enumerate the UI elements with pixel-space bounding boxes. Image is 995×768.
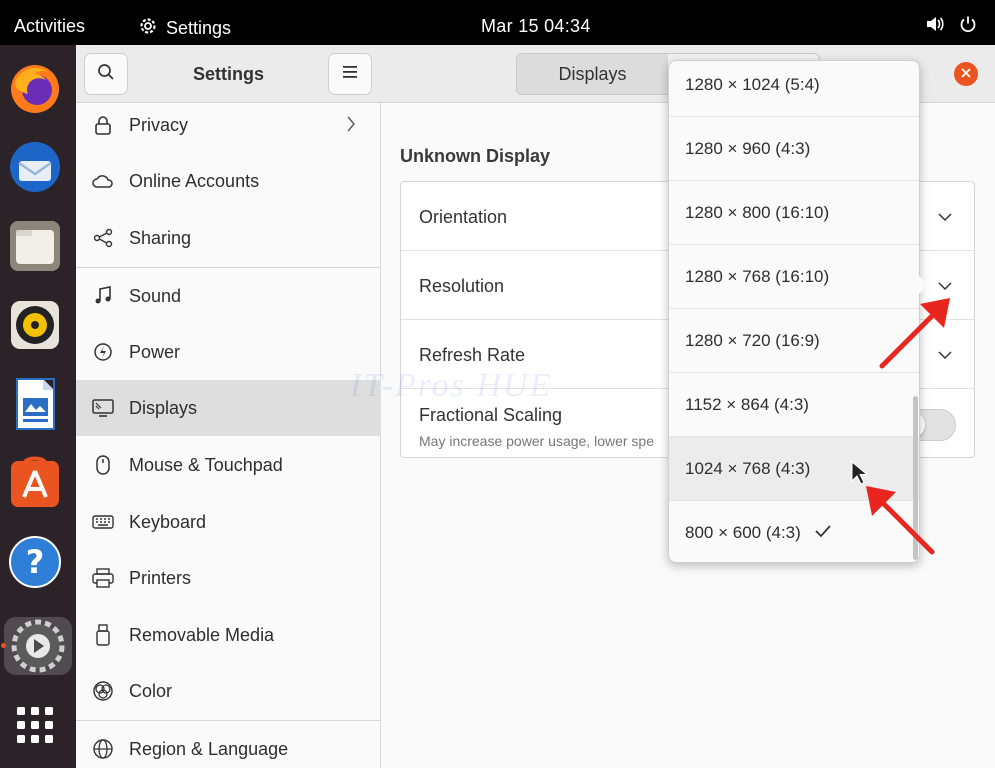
- fractional-scaling-label: Fractional Scaling: [419, 405, 563, 425]
- tab-displays[interactable]: Displays: [517, 54, 668, 94]
- svg-text:?: ?: [26, 543, 45, 581]
- settings-sidebar: Settings Privacy Online Accounts Sharing…: [76, 45, 381, 768]
- resolution-menu: 1280 × 1024 (5:4) 1280 × 960 (4:3) 1280 …: [668, 60, 920, 563]
- checkmark-icon: [814, 523, 832, 543]
- thunderbird-icon[interactable]: [6, 138, 64, 196]
- hamburger-icon: [343, 65, 357, 83]
- sidebar-item-label: Removable Media: [129, 624, 275, 645]
- color-icon: [92, 680, 114, 702]
- sidebar-item-label: Online Accounts: [129, 170, 260, 191]
- settings-icon[interactable]: [4, 617, 72, 675]
- orientation-label: Orientation: [419, 207, 508, 227]
- sidebar-item-mouse-touchpad[interactable]: Mouse & Touchpad: [76, 437, 381, 493]
- sidebar-item-label: Keyboard: [129, 511, 207, 532]
- scrollbar[interactable]: [913, 396, 918, 560]
- sidebar-item-sharing[interactable]: Sharing: [76, 210, 381, 266]
- sidebar-item-power[interactable]: Power: [76, 324, 381, 380]
- sidebar-item-label: Power: [129, 341, 181, 362]
- app-name: Settings: [166, 18, 232, 38]
- resolution-option[interactable]: 1152 × 864 (4:3): [669, 373, 919, 437]
- chevron-down-icon: [938, 347, 952, 365]
- menu-button[interactable]: [328, 53, 372, 95]
- popover-arrow: [918, 275, 928, 295]
- sidebar-item-label: Displays: [129, 397, 198, 418]
- sidebar-item-label: Region & Language: [129, 738, 289, 759]
- top-bar: Activities Settings Mar 15 04:34: [0, 0, 995, 45]
- sidebar-item-label: Mouse & Touchpad: [129, 454, 283, 475]
- ubuntu-software-icon[interactable]: [6, 454, 64, 512]
- help-icon[interactable]: ?: [6, 533, 64, 591]
- printer-icon: [92, 567, 114, 589]
- resolution-option[interactable]: 1280 × 800 (16:10): [669, 181, 919, 245]
- running-indicator: [1, 643, 6, 648]
- music-note-icon: [92, 285, 114, 307]
- display-name: Unknown Display: [400, 146, 551, 166]
- sidebar-item-printers[interactable]: Printers: [76, 550, 381, 606]
- sidebar-item-sound[interactable]: Sound: [76, 268, 381, 324]
- sidebar-item-keyboard[interactable]: Keyboard: [76, 494, 381, 550]
- sidebar-item-online-accounts[interactable]: Online Accounts: [76, 153, 381, 209]
- system-tray[interactable]: [925, 15, 977, 38]
- power-icon: [92, 341, 114, 363]
- dock: ?: [0, 45, 76, 768]
- sidebar-item-label: Color: [129, 680, 173, 701]
- sidebar-item-privacy[interactable]: Privacy: [76, 97, 381, 153]
- sidebar-item-removable-media[interactable]: Removable Media: [76, 607, 381, 663]
- sidebar-item-label: Privacy: [129, 114, 189, 135]
- cloud-icon: [92, 170, 114, 192]
- sidebar-item-color[interactable]: Color: [76, 663, 381, 719]
- resolution-option-selected[interactable]: 800 × 600 (4:3): [669, 501, 919, 562]
- app-menu[interactable]: Settings: [138, 16, 231, 41]
- power-icon[interactable]: [959, 15, 977, 38]
- sidebar-item-displays[interactable]: Displays: [76, 380, 381, 436]
- chevron-down-icon: [938, 209, 952, 227]
- activities-button[interactable]: Activities: [14, 16, 85, 37]
- close-button[interactable]: [954, 62, 978, 86]
- screen: Activities Settings Mar 15 04:34 ? Setti…: [0, 0, 995, 768]
- resolution-option[interactable]: 1280 × 1024 (5:4): [669, 61, 919, 117]
- refresh-rate-label: Refresh Rate: [419, 345, 526, 365]
- sidebar-item-label: Sound: [129, 285, 182, 306]
- monitor-icon: [92, 397, 114, 419]
- resolution-option[interactable]: 1280 × 768 (16:10): [669, 245, 919, 309]
- resolution-label: Resolution: [419, 276, 505, 296]
- files-icon[interactable]: [6, 217, 64, 275]
- sidebar-item-label: Printers: [129, 567, 192, 588]
- sidebar-header: Settings: [76, 45, 381, 103]
- keyboard-icon: [92, 511, 114, 533]
- fractional-scaling-description: May increase power usage, lower spe: [419, 433, 655, 449]
- chevron-down-icon: [938, 278, 952, 296]
- show-applications-icon[interactable]: [6, 696, 64, 754]
- watermark: IT-Pros HUE: [350, 367, 553, 404]
- clock[interactable]: Mar 15 04:34: [481, 16, 591, 37]
- gear-icon: [138, 16, 158, 41]
- lock-icon: [92, 114, 114, 136]
- close-icon: [961, 65, 971, 83]
- share-icon: [92, 227, 114, 249]
- libreoffice-writer-icon[interactable]: [6, 375, 64, 433]
- chevron-right-icon: [346, 115, 356, 138]
- resolution-option[interactable]: 1280 × 720 (16:9): [669, 309, 919, 373]
- speaker-icon[interactable]: [925, 15, 945, 38]
- globe-icon: [92, 738, 114, 760]
- sidebar-item-region-language[interactable]: Region & Language: [76, 721, 381, 768]
- mouse-icon: [92, 454, 114, 476]
- mouse-pointer-icon: [851, 460, 869, 490]
- sidebar-item-label: Sharing: [129, 227, 192, 248]
- usb-icon: [92, 624, 114, 646]
- resolution-option-hovered[interactable]: 1024 × 768 (4:3): [669, 437, 919, 501]
- firefox-icon[interactable]: [6, 59, 64, 117]
- rhythmbox-icon[interactable]: [6, 296, 64, 354]
- resolution-option[interactable]: 1280 × 960 (4:3): [669, 117, 919, 181]
